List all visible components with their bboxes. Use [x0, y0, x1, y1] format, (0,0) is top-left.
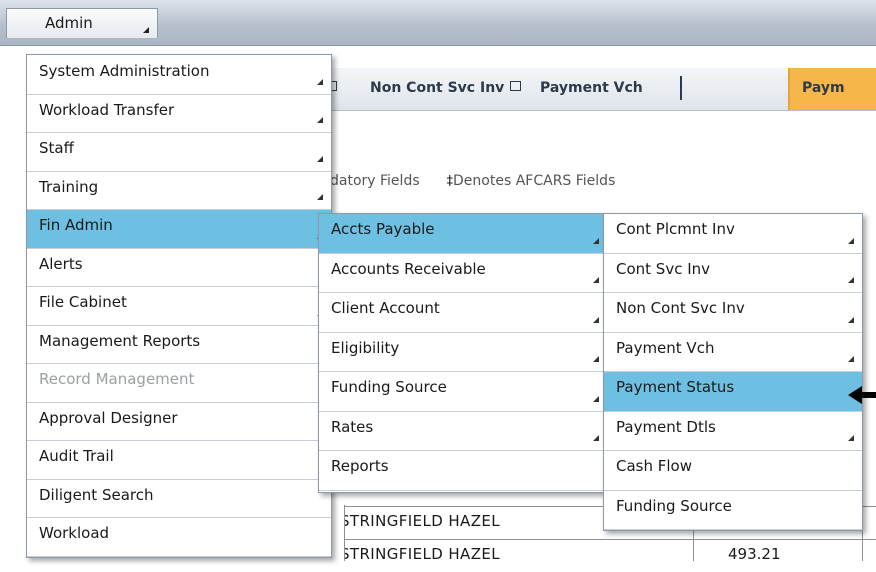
menu-item-non-cont-svc-inv[interactable]: Non Cont Svc Inv	[604, 293, 862, 333]
submenu-indicator-icon	[848, 316, 854, 323]
menu-item-reports[interactable]: Reports	[319, 451, 607, 491]
menu-item-audit-trail[interactable]: Audit Trail	[27, 441, 331, 480]
table-row[interactable]: STRINGFIELD HAZEL 493.21	[330, 539, 876, 572]
row-client-name: STRINGFIELD HAZEL	[340, 512, 501, 530]
tab-non-cont-svc-inv[interactable]: Non Cont Svc Inv	[370, 80, 522, 96]
tab-label: Paym	[802, 80, 845, 96]
menu-item-rates[interactable]: Rates	[319, 412, 607, 451]
menu-item-payment-dtls[interactable]: Payment Dtls	[604, 412, 862, 451]
tab-divider	[680, 76, 682, 100]
afcars-legend-text: Denotes AFCARS Fields	[453, 173, 616, 189]
menu-item-label: Workload Transfer	[39, 100, 175, 119]
menu-item-label: Staff	[39, 139, 74, 157]
menu-item-label: Non Cont Svc Inv	[616, 299, 745, 317]
menu-item-fin-admin[interactable]: Fin Admin	[27, 210, 331, 249]
menu-item-label: Training	[39, 177, 99, 196]
fin-admin-submenu: Accts Payable Accounts Receivable Client A…	[318, 213, 608, 493]
menu-item-cash-flow[interactable]: Cash Flow	[604, 451, 862, 491]
submenu-indicator-icon	[848, 277, 854, 283]
accts-payable-submenu: Cont Plcmnt Inv Cont Svc Inv Non Cont Svc …	[603, 213, 863, 531]
menu-item-label: Workload	[39, 524, 110, 542]
menu-item-eligibility[interactable]: Eligibility	[319, 333, 607, 372]
menu-item-workload-transfer[interactable]: Workload Transfer	[27, 95, 331, 133]
tab-payment-active[interactable]: Paym	[788, 68, 876, 110]
menu-item-file-cabinet[interactable]: File Cabinet	[27, 287, 331, 326]
menu-item-workload[interactable]: Workload	[27, 518, 331, 557]
menu-item-label: Payment Dtls	[616, 417, 716, 436]
menu-item-training[interactable]: Training	[27, 172, 331, 210]
menu-item-label: Record Management	[39, 370, 195, 388]
menu-item-funding-source[interactable]: Funding Source	[604, 491, 862, 530]
menu-item-label: Approval Designer	[39, 408, 178, 427]
menu-item-label: Cont Plcmnt Inv	[616, 220, 735, 238]
menu-item-label: Accts Payable	[331, 220, 435, 238]
submenu-indicator-icon	[593, 395, 599, 402]
menu-item-label: Audit Trail	[39, 447, 114, 465]
menu-item-record-management: Record Management	[27, 364, 331, 403]
tab-label: Non Cont Svc Inv	[370, 80, 505, 96]
menu-item-label: Reports	[331, 457, 389, 475]
menu-item-accts-payable[interactable]: Accts Payable	[319, 214, 607, 254]
menu-item-payment-vch[interactable]: Payment Vch	[604, 333, 862, 372]
menu-item-funding-source[interactable]: Funding Source	[319, 372, 607, 412]
grid-cell-edge	[330, 505, 345, 561]
menu-item-label: System Administration	[39, 62, 210, 80]
submenu-indicator-icon	[593, 316, 599, 323]
menu-item-label: Eligibility	[331, 338, 400, 357]
menu-item-alerts[interactable]: Alerts	[27, 249, 331, 287]
menu-item-client-account[interactable]: Client Account	[319, 293, 607, 333]
menu-item-cont-svc-inv[interactable]: Cont Svc Inv	[604, 254, 862, 293]
submenu-indicator-icon	[593, 356, 599, 362]
menu-item-label: Fin Admin	[39, 216, 113, 234]
row-amount: 493.21	[728, 545, 781, 563]
menu-item-management-reports[interactable]: Management Reports	[27, 326, 331, 364]
submenu-indicator-icon	[848, 237, 854, 244]
menu-item-label: Management Reports	[39, 331, 201, 350]
menu-item-label: Diligent Search	[39, 485, 154, 504]
submenu-indicator-icon	[317, 194, 323, 200]
submenu-indicator-icon	[317, 117, 323, 123]
arrow-annotation-icon	[848, 386, 876, 404]
submenu-indicator-icon	[848, 435, 854, 441]
admin-menu-label: Admin	[45, 14, 93, 32]
tab-popout-icon	[510, 81, 522, 91]
menu-item-label: Rates	[331, 417, 374, 436]
field-legend: datory Fields ‡Denotes AFCARS Fields	[330, 173, 615, 189]
menu-item-label: Cont Svc Inv	[616, 259, 711, 278]
menu-item-payment-status[interactable]: Payment Status	[604, 372, 862, 412]
menu-item-system-administration[interactable]: System Administration	[27, 56, 331, 95]
menu-item-label: Cash Flow	[616, 457, 692, 475]
menu-item-label: Funding Source	[331, 378, 447, 396]
tab-label: Payment Vch	[540, 80, 643, 96]
menu-item-label: Alerts	[39, 254, 83, 273]
menu-item-label: Payment Status	[616, 378, 735, 396]
menu-item-cont-plcmnt-inv[interactable]: Cont Plcmnt Inv	[604, 214, 862, 254]
submenu-indicator-icon	[317, 78, 323, 85]
menu-item-label: Payment Vch	[616, 338, 715, 357]
menu-item-accounts-receivable[interactable]: Accounts Receivable	[319, 254, 607, 293]
mandatory-fields-text: datory Fields	[330, 173, 420, 189]
admin-menu: System Administration Workload Transfer St…	[26, 54, 332, 558]
menu-item-diligent-search[interactable]: Diligent Search	[27, 480, 331, 518]
menu-item-label: Client Account	[331, 299, 440, 317]
menu-item-staff[interactable]: Staff	[27, 133, 331, 172]
menu-item-approval-designer[interactable]: Approval Designer	[27, 403, 331, 441]
tab-payment-vch[interactable]: Payment Vch	[540, 80, 643, 96]
menu-item-label: Accounts Receivable	[331, 259, 486, 278]
admin-menu-button[interactable]: Admin	[6, 8, 158, 38]
submenu-indicator-icon	[848, 356, 854, 362]
background-tab-strip: Non Cont Svc Inv Payment Vch Paym	[326, 68, 876, 111]
submenu-indicator-icon	[593, 435, 599, 441]
dropdown-indicator-icon	[143, 27, 149, 33]
row-client-name: STRINGFIELD HAZEL	[340, 545, 501, 563]
menu-item-label: File Cabinet	[39, 293, 127, 311]
submenu-indicator-icon	[317, 155, 323, 162]
submenu-indicator-icon	[593, 237, 599, 244]
top-toolbar: Admin	[0, 0, 876, 46]
submenu-indicator-icon	[593, 277, 599, 283]
menu-item-label: Funding Source	[616, 496, 732, 515]
